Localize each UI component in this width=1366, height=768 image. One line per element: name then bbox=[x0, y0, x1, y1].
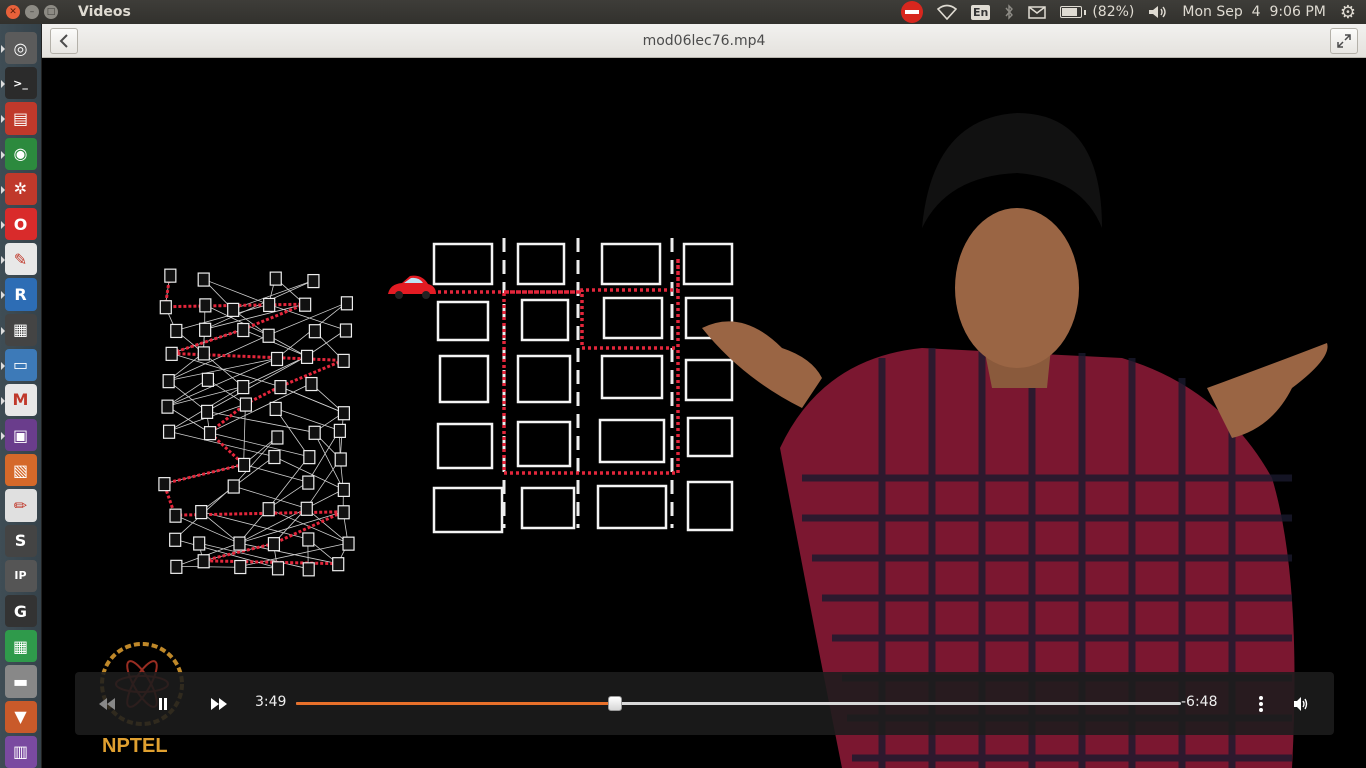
launcher-terminal-button[interactable]: >_ bbox=[0, 67, 37, 100]
gp-icon: G bbox=[13, 601, 28, 621]
seek-bar[interactable] bbox=[296, 696, 1181, 711]
launcher-video-editor-button[interactable]: ▦ bbox=[0, 313, 37, 346]
launcher-trash-button[interactable]: ▥ bbox=[4, 735, 37, 768]
chrome-icon: ◉ bbox=[13, 144, 28, 164]
sublime-icon: S bbox=[14, 531, 27, 551]
road-grid-drawing bbox=[432, 238, 734, 534]
seek-handle[interactable] bbox=[607, 696, 622, 711]
launcher-opera-button[interactable]: O bbox=[0, 207, 37, 241]
web-graph-drawing bbox=[158, 268, 355, 577]
fullscreen-icon bbox=[1337, 34, 1351, 48]
battery-percent: (82%) bbox=[1092, 4, 1135, 20]
dash-icon: ◎ bbox=[13, 38, 28, 58]
window-buttons: ✕ – □ bbox=[6, 5, 58, 19]
launcher-install-button[interactable]: ▼ bbox=[4, 700, 37, 733]
skip-forward-icon bbox=[211, 697, 227, 710]
top-panel: ✕ – □ Videos En (82%) Mon Sep 4 9:06 PM … bbox=[0, 0, 1366, 24]
skip-back-button[interactable] bbox=[93, 672, 121, 735]
install-icon: ▼ bbox=[14, 707, 27, 727]
keyboard-indicator[interactable]: En bbox=[970, 0, 991, 24]
ipython-icon: IP bbox=[14, 569, 27, 583]
volume-button[interactable] bbox=[1288, 672, 1314, 735]
nptel-watermark: NPTEL bbox=[102, 735, 168, 757]
session-indicator[interactable]: ⚙ bbox=[1340, 0, 1356, 24]
player-controls: 3:49 -6:48 bbox=[75, 672, 1334, 735]
text-editor-icon: ✏ bbox=[13, 496, 28, 516]
gear-icon: ⚙ bbox=[1339, 1, 1356, 23]
terminal-icon: >_ bbox=[13, 76, 28, 90]
launcher-impress-button[interactable]: ▧ bbox=[4, 454, 37, 487]
time-elapsed: 3:49 bbox=[255, 694, 287, 710]
no-entry-icon bbox=[900, 1, 923, 23]
calc-icon: ▦ bbox=[12, 636, 29, 656]
mail-icon bbox=[1028, 5, 1047, 19]
launcher-r-button[interactable]: R bbox=[0, 278, 37, 311]
r-icon: R bbox=[14, 284, 27, 304]
launcher-sublime-button[interactable]: S bbox=[4, 524, 37, 557]
files-icon: ▤ bbox=[12, 108, 29, 128]
fullscreen-button[interactable] bbox=[1330, 28, 1358, 54]
launcher-calc-button[interactable]: ▦ bbox=[4, 630, 37, 663]
seek-progress bbox=[296, 702, 615, 705]
no-entry-indicator[interactable] bbox=[900, 0, 923, 24]
bluetooth-indicator[interactable] bbox=[1004, 0, 1014, 24]
presenter bbox=[702, 113, 1328, 768]
app-header: mod06lec76.mp4 bbox=[42, 24, 1366, 58]
skip-back-icon bbox=[99, 697, 115, 710]
impress-icon: ▧ bbox=[12, 460, 29, 480]
writer-icon: ▭ bbox=[12, 355, 29, 375]
mail-indicator[interactable] bbox=[1028, 0, 1047, 24]
media-icon: ▣ bbox=[12, 425, 29, 445]
indicator-area: En (82%) Mon Sep 4 9:06 PM ⚙ bbox=[900, 0, 1366, 24]
trash-icon: ▥ bbox=[12, 742, 29, 762]
pause-button[interactable] bbox=[149, 672, 177, 735]
launcher-files-button[interactable]: ▤ bbox=[0, 102, 37, 135]
clock-text: Mon Sep 4 9:06 PM bbox=[1182, 4, 1326, 20]
close-window-button[interactable]: ✕ bbox=[6, 5, 20, 19]
clock[interactable]: Mon Sep 4 9:06 PM bbox=[1182, 0, 1325, 24]
launcher-drive-button[interactable]: ▬ bbox=[4, 665, 37, 698]
time-remaining: -6:48 bbox=[1181, 694, 1218, 710]
app-title: Videos bbox=[78, 4, 131, 20]
launcher-writer-button[interactable]: ▭ bbox=[0, 348, 37, 381]
minimize-window-button[interactable]: – bbox=[25, 5, 39, 19]
sound-indicator[interactable] bbox=[1148, 0, 1168, 24]
launcher-gmail-button[interactable]: M bbox=[0, 383, 37, 417]
wifi-indicator[interactable] bbox=[936, 0, 957, 24]
lang-badge: En bbox=[970, 4, 991, 20]
launcher-ipython-button[interactable]: IP bbox=[4, 559, 37, 592]
drive-icon: ▬ bbox=[12, 671, 29, 691]
launcher-dash-button[interactable]: ◎ bbox=[0, 32, 37, 65]
launcher-text-editor-button[interactable]: ✏ bbox=[4, 489, 37, 522]
back-button[interactable] bbox=[50, 28, 78, 54]
launcher-settings-button[interactable]: ✲ bbox=[0, 172, 37, 205]
video-editor-icon: ▦ bbox=[12, 320, 29, 340]
document-viewer-icon: ✎ bbox=[13, 249, 28, 269]
video-frame: NPTEL bbox=[100, 113, 1328, 768]
battery-icon bbox=[1060, 6, 1083, 18]
menu-button[interactable] bbox=[1249, 672, 1273, 735]
launcher-chrome-button[interactable]: ◉ bbox=[0, 137, 37, 170]
maximize-window-button[interactable]: □ bbox=[44, 5, 58, 19]
video-area[interactable]: NPTEL bbox=[42, 58, 1366, 768]
settings-icon: ✲ bbox=[13, 179, 28, 199]
skip-forward-button[interactable] bbox=[205, 672, 233, 735]
more-vertical-icon bbox=[1259, 695, 1263, 712]
video-filename: mod06lec76.mp4 bbox=[642, 32, 766, 49]
battery-indicator[interactable]: (82%) bbox=[1060, 0, 1134, 24]
bluetooth-icon bbox=[1005, 4, 1014, 20]
car-icon bbox=[388, 275, 436, 299]
launcher-document-viewer-button[interactable]: ✎ bbox=[0, 243, 37, 276]
wifi-icon bbox=[936, 4, 957, 20]
volume-icon bbox=[1294, 696, 1308, 711]
launcher-gp-button[interactable]: G bbox=[4, 595, 37, 628]
opera-icon: O bbox=[13, 214, 28, 234]
pause-icon bbox=[159, 697, 167, 710]
launcher-media-button[interactable]: ▣ bbox=[0, 419, 37, 452]
volume-icon bbox=[1149, 6, 1167, 18]
chevron-left-icon bbox=[59, 34, 68, 48]
gmail-icon: M bbox=[12, 390, 29, 410]
launcher: ◎ >_ ▤ ◉ ✲ O ✎ R ▦ ▭ M ▣ ▧ ✏ S IP G ▦ ▬ ▼ ▥ bbox=[0, 24, 42, 768]
